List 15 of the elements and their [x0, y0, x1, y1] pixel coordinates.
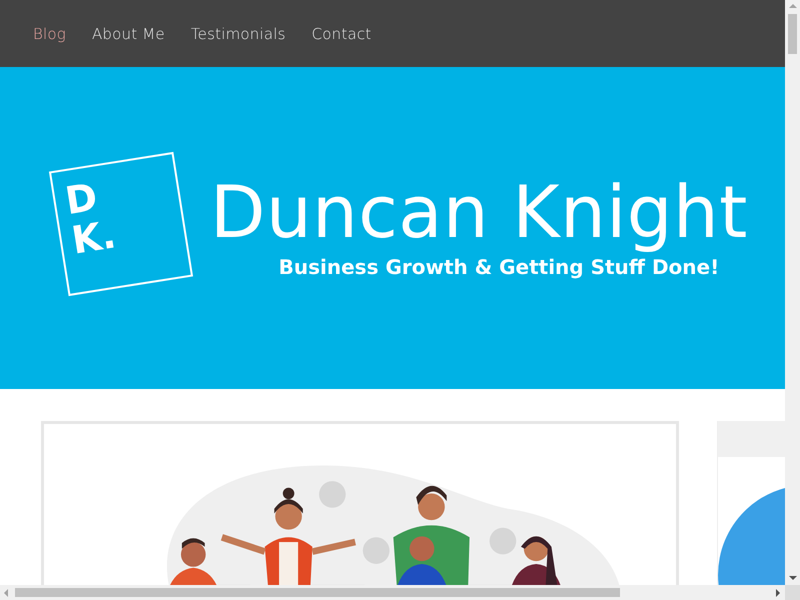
site-tagline: Business Growth & Getting Stuff Done! — [278, 255, 720, 279]
vertical-scrollbar[interactable] — [785, 0, 800, 585]
site-title: Duncan Knight — [210, 169, 748, 255]
nav-link[interactable]: Testimonials — [190, 24, 286, 42]
scrollbar-corner — [785, 585, 800, 600]
nav-link[interactable]: Contact — [312, 24, 372, 42]
scrollbar-thumb[interactable] — [15, 588, 620, 597]
scroll-right-arrow-icon[interactable] — [776, 589, 780, 597]
horizontal-scrollbar[interactable] — [0, 585, 785, 600]
scroll-down-arrow-icon[interactable] — [789, 576, 797, 580]
scroll-left-arrow-icon[interactable] — [4, 589, 8, 597]
scrollbar-thumb[interactable] — [788, 14, 797, 54]
scroll-up-arrow-icon[interactable] — [789, 4, 797, 8]
nav-link[interactable]: Blog — [33, 24, 66, 42]
nav-link[interactable]: About Me — [92, 24, 165, 42]
